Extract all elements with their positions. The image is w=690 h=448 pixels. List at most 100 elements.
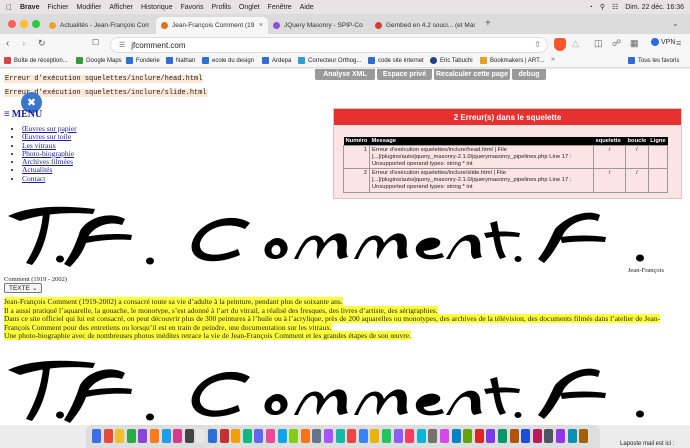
dock-app-icon[interactable] xyxy=(126,429,136,443)
dock-app-icon[interactable] xyxy=(474,429,484,443)
dock-app-icon[interactable] xyxy=(254,429,264,443)
dock-app-icon[interactable] xyxy=(103,429,113,443)
menu-aide[interactable]: Aide xyxy=(300,4,314,11)
all-bookmarks[interactable]: Tous les favoris xyxy=(628,57,679,64)
menu-modifier[interactable]: Modifier xyxy=(76,4,101,11)
dock-app-icon[interactable] xyxy=(173,429,183,443)
bookmark-icon[interactable]: ☐ xyxy=(92,38,99,47)
bookmark-bookmakers[interactable]: Bookmakers | ART... xyxy=(480,57,544,64)
dock-app-icon[interactable] xyxy=(440,429,449,443)
address-bar[interactable]: ☰ jfcomment.com ⇧ xyxy=(110,37,548,53)
dock-app-icon[interactable] xyxy=(92,429,101,443)
menu-fenetre[interactable]: Fenêtre xyxy=(268,4,292,11)
dock-app-icon[interactable] xyxy=(556,429,565,443)
dock-app-icon[interactable] xyxy=(463,429,473,443)
bookmark-ecole-du-design[interactable]: ecole du design xyxy=(202,57,254,64)
dock-app-icon[interactable] xyxy=(312,429,322,443)
sidebar-icon[interactable]: ◫ xyxy=(594,38,603,49)
dock-app-icon[interactable] xyxy=(567,429,577,443)
analyse-xml-button[interactable]: Analyse XML xyxy=(315,69,375,80)
control-center-icon[interactable]: ☷ xyxy=(612,3,618,11)
menu-profils[interactable]: Profils xyxy=(211,4,230,11)
dock-app-icon[interactable] xyxy=(544,429,554,443)
dock-app-icon[interactable] xyxy=(358,429,368,443)
dock-app-icon[interactable] xyxy=(138,429,148,443)
more-bookmarks-icon[interactable]: » xyxy=(551,56,555,63)
dock-app-icon[interactable] xyxy=(370,429,380,443)
dock-app-icon[interactable] xyxy=(324,429,333,443)
tab-jquery-masonry[interactable]: JQuery Masonry - SPIP-Contrib xyxy=(268,17,368,34)
menu-fichier[interactable]: Fichier xyxy=(47,4,68,11)
bookmark-code-site[interactable]: code site internet xyxy=(368,57,424,64)
menu-onglet[interactable]: Onglet xyxy=(239,4,260,11)
share-icon[interactable]: ⇧ xyxy=(534,40,541,49)
vpn-button[interactable]: VPN xyxy=(651,38,675,46)
dock-app-icon[interactable] xyxy=(509,429,519,443)
dock-app-icon[interactable] xyxy=(393,429,403,443)
dock-app-icon[interactable] xyxy=(242,429,252,443)
dock-app-icon[interactable] xyxy=(532,429,542,443)
bookmark-inbox[interactable]: Boîte de réception... xyxy=(4,57,68,64)
dock-app-icon[interactable] xyxy=(115,429,125,443)
dock-app-icon[interactable] xyxy=(289,429,299,443)
dock-app-icon[interactable] xyxy=(428,429,438,443)
dock-app-icon[interactable] xyxy=(196,429,206,443)
wifi-icon[interactable]: ◔ xyxy=(589,4,593,11)
browser-menu-icon[interactable]: ≡ xyxy=(676,38,681,48)
tab-search-chevron-icon[interactable]: ⌄ xyxy=(672,19,679,28)
menubar-datetime[interactable]: Dim. 22 déc. 16:36 xyxy=(625,4,684,11)
bookmark-fonderie[interactable]: Fonderie xyxy=(126,57,160,64)
close-window-icon[interactable] xyxy=(8,20,16,28)
dock-app-icon[interactable] xyxy=(451,429,461,443)
dock-app-icon[interactable] xyxy=(277,429,287,443)
dock-app-icon[interactable] xyxy=(184,429,194,443)
menu-favoris[interactable]: Favoris xyxy=(181,4,204,11)
wallet-icon[interactable]: ▦ xyxy=(630,38,639,49)
tab-actualites[interactable]: Actualités - Jean-François Comment (19 xyxy=(44,17,154,34)
dock-app-icon[interactable] xyxy=(486,429,496,443)
dock-app-icon[interactable] xyxy=(150,429,159,443)
bookmark-ardepa[interactable]: Ardepa xyxy=(262,57,291,64)
brave-shield-icon[interactable] xyxy=(554,38,566,51)
dock-app-icon[interactable] xyxy=(219,429,229,443)
site-info-icon[interactable]: ☰ xyxy=(119,41,125,49)
apple-icon[interactable]:  xyxy=(6,3,12,12)
back-icon[interactable]: ‹ xyxy=(6,38,9,49)
rewards-icon[interactable]: △ xyxy=(572,38,579,49)
dock-app-icon[interactable] xyxy=(208,429,217,443)
forward-icon[interactable]: › xyxy=(22,38,25,49)
search-icon[interactable]: ⚲ xyxy=(600,3,605,11)
bookmark-correcteur[interactable]: Correcteur Orthog... xyxy=(298,57,361,64)
bookmark-eric-tabuchi[interactable]: Eric Tabuchi xyxy=(430,57,473,64)
debug-button[interactable]: debug xyxy=(512,69,546,80)
reload-icon[interactable]: ↻ xyxy=(38,38,46,49)
dock-app-icon[interactable] xyxy=(347,429,357,443)
dock-app-icon[interactable] xyxy=(300,429,310,443)
dock-app-icon[interactable] xyxy=(521,429,531,443)
tab-jfcomment-active[interactable]: Jean-François Comment (19... × xyxy=(156,17,268,34)
dock-app-icon[interactable] xyxy=(579,429,589,443)
minimize-window-icon[interactable] xyxy=(20,20,28,28)
nav-link-contact[interactable]: Contact xyxy=(22,174,45,183)
dock-app-icon[interactable] xyxy=(498,429,507,443)
menu-toggle[interactable]: ≡ MENU xyxy=(4,109,42,120)
dock-app-icon[interactable] xyxy=(335,429,345,443)
espace-prive-button[interactable]: Espace privé xyxy=(377,69,432,80)
zoom-window-icon[interactable] xyxy=(32,20,40,28)
dock-app-icon[interactable] xyxy=(161,429,171,443)
new-tab-icon[interactable]: + xyxy=(485,18,491,29)
dock-app-icon[interactable] xyxy=(266,429,275,443)
bookmark-nathan[interactable]: Nathan xyxy=(166,57,195,64)
dock-app-icon[interactable] xyxy=(405,429,415,443)
url-text[interactable]: jfcomment.com xyxy=(131,41,185,50)
extensions-icon[interactable]: ☍ xyxy=(612,38,621,49)
menu-afficher[interactable]: Afficher xyxy=(109,4,133,11)
bookmark-google-maps[interactable]: Google Maps xyxy=(76,57,122,64)
close-tab-icon[interactable]: × xyxy=(259,22,263,29)
recalculer-button[interactable]: Recalculer cette page xyxy=(434,69,510,80)
dock-app-icon[interactable] xyxy=(231,429,241,443)
menu-historique[interactable]: Historique xyxy=(141,4,173,11)
dock-app-icon[interactable] xyxy=(416,429,426,443)
menu-app-brave[interactable]: Brave xyxy=(20,4,39,11)
tab-gembed[interactable]: Gembed en 4.2 souci... (et Mason xyxy=(370,17,480,34)
